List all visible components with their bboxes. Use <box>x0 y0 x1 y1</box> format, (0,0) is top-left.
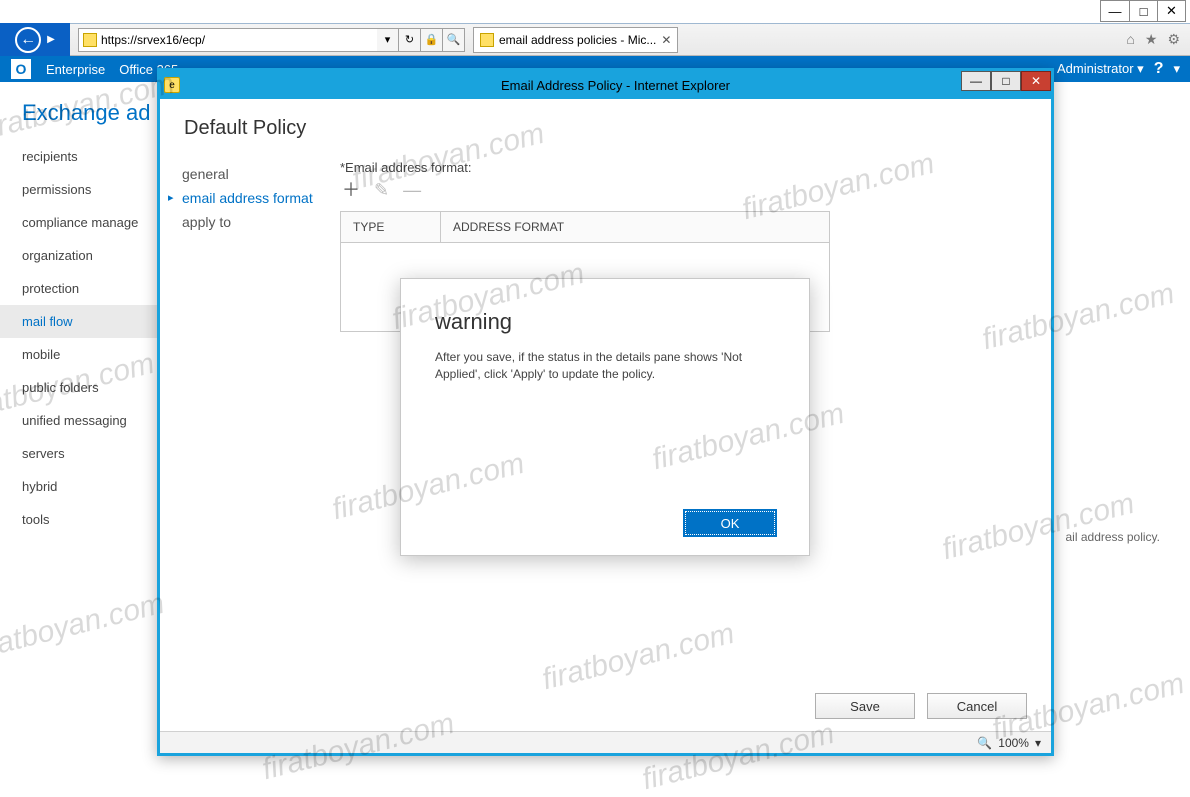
back-button[interactable]: ← <box>15 27 41 53</box>
ie-favicon-icon: e <box>164 77 180 93</box>
tab-close-button[interactable]: ✕ <box>661 33 671 47</box>
tab-favicon-icon <box>480 33 494 47</box>
address-bar[interactable]: https://srvex16/ecp/ <box>78 28 378 52</box>
sidebar-item-servers[interactable]: servers <box>0 437 158 470</box>
office-logo-icon: O <box>10 58 32 80</box>
remove-icon[interactable]: — <box>403 181 421 199</box>
popup-footer: Save Cancel <box>160 681 1051 731</box>
zoom-icon[interactable]: 🔍 <box>977 736 992 750</box>
forward-button[interactable]: ▶ <box>47 34 55 45</box>
page-title: Exchange ad <box>0 100 158 140</box>
os-minimize-button[interactable]: — <box>1101 1 1129 21</box>
os-window-controls: — □ ✕ <box>1100 0 1186 22</box>
warning-message: After you save, if the status in the det… <box>435 349 775 383</box>
sidebar-item-organization[interactable]: organization <box>0 239 158 272</box>
popup-minimize-button[interactable]: — <box>961 71 991 91</box>
cancel-button[interactable]: Cancel <box>927 693 1027 719</box>
sidebar-item-mobile[interactable]: mobile <box>0 338 158 371</box>
warning-title: warning <box>435 309 775 335</box>
home-icon[interactable]: ⌂ <box>1126 31 1134 48</box>
sidebar-item-protection[interactable]: protection <box>0 272 158 305</box>
browser-tools: ⌂ ★ ⚙ <box>1126 31 1180 48</box>
detail-hint-text: ail address policy. <box>1066 530 1161 544</box>
popup-close-button[interactable]: ✕ <box>1021 71 1051 91</box>
sidebar-item-unifiedmessaging[interactable]: unified messaging <box>0 404 158 437</box>
sidebar-item-publicfolders[interactable]: public folders <box>0 371 158 404</box>
warning-ok-button[interactable]: OK <box>685 511 775 535</box>
search-button[interactable]: 🔍 <box>443 28 465 52</box>
subnav-email-format[interactable]: email address format <box>182 186 340 210</box>
popup-statusbar: 🔍 100% ▾ <box>160 731 1051 753</box>
zoom-dropdown-icon[interactable]: ▾ <box>1035 736 1041 750</box>
help-dropdown-icon[interactable]: ▾ <box>1173 61 1180 77</box>
tab-title: email address policies - Mic... <box>499 33 656 47</box>
table-header-format[interactable]: ADDRESS FORMAT <box>441 212 576 242</box>
sidebar-item-tools[interactable]: tools <box>0 503 158 536</box>
site-favicon-icon <box>83 33 97 47</box>
lock-icon[interactable]: 🔒 <box>421 28 443 52</box>
browser-toolbar: ← ▶ https://srvex16/ecp/ ▾ ↻ 🔒 🔍 email a… <box>0 23 1190 56</box>
subnav-general[interactable]: general <box>182 162 340 186</box>
email-format-label: *Email address format: <box>340 160 1017 175</box>
toolbar-icons: ＋ ✎ — <box>342 181 1017 199</box>
zoom-level: 100% <box>998 736 1029 750</box>
sidebar-item-compliance[interactable]: compliance manage <box>0 206 158 239</box>
policy-subnav: general email address format apply to <box>160 146 340 681</box>
help-button[interactable]: ? <box>1154 60 1164 78</box>
browser-nav-buttons: ← ▶ <box>0 23 70 56</box>
nav-enterprise[interactable]: Enterprise <box>46 62 105 77</box>
warning-dialog: warning After you save, if the status in… <box>400 278 810 556</box>
address-url: https://srvex16/ecp/ <box>101 33 205 47</box>
os-close-button[interactable]: ✕ <box>1157 1 1185 21</box>
save-button[interactable]: Save <box>815 693 915 719</box>
dropdown-history-icon[interactable]: ▾ <box>377 28 399 52</box>
add-icon[interactable]: ＋ <box>342 181 360 199</box>
sidebar-item-mailflow[interactable]: mail flow <box>0 305 158 338</box>
subnav-apply-to[interactable]: apply to <box>182 210 340 234</box>
browser-tab[interactable]: email address policies - Mic... ✕ <box>473 27 678 53</box>
sidebar-item-recipients[interactable]: recipients <box>0 140 158 173</box>
popup-titlebar[interactable]: e Email Address Policy - Internet Explor… <box>160 71 1051 99</box>
sidebar-item-hybrid[interactable]: hybrid <box>0 470 158 503</box>
popup-title-text: Email Address Policy - Internet Explorer <box>180 78 1051 93</box>
address-bar-controls: ▾ ↻ 🔒 🔍 <box>377 28 465 52</box>
os-maximize-button[interactable]: □ <box>1129 1 1157 21</box>
settings-gear-icon[interactable]: ⚙ <box>1167 31 1180 48</box>
policy-heading: Default Policy <box>160 99 1051 146</box>
table-header-type[interactable]: TYPE <box>341 212 441 242</box>
favorites-icon[interactable]: ★ <box>1145 31 1158 48</box>
user-menu[interactable]: Administrator ▾ <box>1057 61 1144 77</box>
popup-maximize-button[interactable]: □ <box>991 71 1021 91</box>
edit-icon[interactable]: ✎ <box>374 181 389 199</box>
refresh-button[interactable]: ↻ <box>399 28 421 52</box>
sidebar-item-permissions[interactable]: permissions <box>0 173 158 206</box>
exchange-sidebar: Exchange ad recipients permissions compl… <box>0 82 158 768</box>
